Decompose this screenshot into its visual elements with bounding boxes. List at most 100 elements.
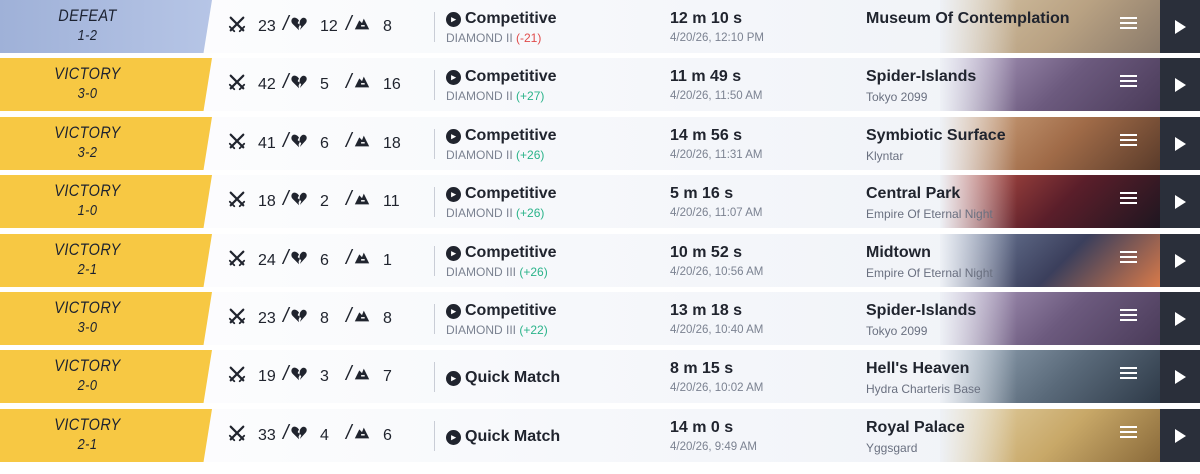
menu-icon[interactable] — [1120, 192, 1137, 206]
deaths-stat: 6 — [290, 234, 340, 287]
result-label: VICTORY — [54, 415, 121, 434]
separator: / — [346, 422, 352, 444]
play-icon — [1174, 19, 1186, 34]
mode-label: ▸ Quick Match — [446, 369, 560, 387]
playstation-icon: ▸ — [446, 11, 461, 27]
map-region: Empire Of Eternal Night — [866, 207, 993, 221]
replay-button[interactable] — [1160, 175, 1200, 228]
rank-change: (+26) — [516, 206, 545, 220]
menu-icon[interactable] — [1120, 367, 1137, 381]
separator: / — [283, 422, 289, 444]
replay-button[interactable] — [1160, 234, 1200, 287]
deaths-value: 5 — [320, 75, 329, 93]
result-label: VICTORY — [54, 181, 121, 200]
mode-label: ▸ Competitive — [446, 185, 557, 203]
map-region: Klyntar — [866, 149, 904, 163]
deaths-value: 6 — [320, 134, 329, 152]
separator: / — [283, 130, 289, 152]
assists-stat: 11 — [353, 175, 403, 228]
deaths-stat: 6 — [290, 117, 340, 170]
result-banner: DEFEAT 1-2 — [0, 0, 212, 53]
broken-heart-icon — [290, 132, 308, 155]
result-banner: VICTORY 2-1 — [0, 409, 212, 462]
assists-value: 11 — [383, 192, 400, 210]
map-name: Spider-Islands — [866, 302, 977, 319]
replay-button[interactable] — [1160, 350, 1200, 403]
kills-value: 24 — [258, 251, 276, 269]
replay-button[interactable] — [1160, 117, 1200, 170]
match-row[interactable]: VICTORY 3-0 42 / 5 / 16 ▸ Competitive DI… — [0, 58, 1200, 111]
map-name: Symbiotic Surface — [866, 127, 1006, 144]
rank-change: (-21) — [516, 31, 542, 45]
separator: / — [346, 247, 352, 269]
match-row[interactable]: VICTORY 1-0 18 / 2 / 11 ▸ Competitive DI… — [0, 175, 1200, 228]
score-label: 2-1 — [77, 436, 98, 453]
rank-change: (+26) — [519, 265, 548, 279]
replay-button[interactable] — [1160, 409, 1200, 462]
divider — [434, 304, 435, 334]
deaths-stat: 5 — [290, 58, 340, 111]
kills-stat: 33 — [228, 409, 278, 462]
separator: / — [346, 71, 352, 93]
match-row[interactable]: DEFEAT 1-2 23 / 12 / 8 ▸ Competitive DIA… — [0, 0, 1200, 53]
menu-icon[interactable] — [1120, 17, 1137, 31]
menu-icon[interactable] — [1120, 426, 1137, 440]
match-duration: 12 m 10 s — [670, 10, 743, 27]
match-row[interactable]: VICTORY 3-0 23 / 8 / 8 ▸ Competitive DIA… — [0, 292, 1200, 345]
menu-icon[interactable] — [1120, 309, 1137, 323]
match-duration: 8 m 15 s — [670, 360, 734, 377]
helping-hand-icon — [353, 15, 371, 38]
mode-name: Competitive — [465, 185, 557, 202]
result-label: DEFEAT — [58, 6, 117, 25]
result-label: VICTORY — [54, 356, 121, 375]
assists-stat: 16 — [353, 58, 403, 111]
mode-name: Quick Match — [465, 428, 561, 445]
match-date: 4/20/26, 10:02 AM — [670, 382, 764, 394]
mode-name: Competitive — [465, 127, 557, 144]
replay-button[interactable] — [1160, 0, 1200, 53]
result-label: VICTORY — [54, 298, 121, 317]
divider — [434, 12, 435, 42]
map-name: Museum Of Contemplation — [866, 10, 1070, 27]
match-date: 4/20/26, 11:07 AM — [670, 207, 763, 219]
crossed-swords-icon — [228, 424, 246, 447]
map-name: Central Park — [866, 185, 961, 202]
map-name: Midtown — [866, 244, 931, 261]
menu-icon[interactable] — [1120, 134, 1137, 148]
kills-value: 18 — [258, 192, 276, 210]
kills-stat: 23 — [228, 292, 278, 345]
crossed-swords-icon — [228, 15, 246, 38]
match-row[interactable]: VICTORY 2-0 19 / 3 / 7 ▸ Quick Match 8 m… — [0, 350, 1200, 403]
match-date: 4/20/26, 10:40 AM — [670, 324, 764, 336]
menu-icon[interactable] — [1120, 75, 1137, 89]
result-banner: VICTORY 3-2 — [0, 117, 212, 170]
rank-label: DIAMOND III (+26) — [446, 265, 548, 279]
play-icon — [1174, 253, 1186, 268]
helping-hand-icon — [353, 365, 371, 388]
menu-icon[interactable] — [1120, 251, 1137, 265]
map-region: Empire Of Eternal Night — [866, 266, 993, 280]
match-row[interactable]: VICTORY 2-1 24 / 6 / 1 ▸ Competitive DIA… — [0, 234, 1200, 287]
match-duration: 11 m 49 s — [670, 68, 742, 85]
broken-heart-icon — [290, 15, 308, 38]
result-banner: VICTORY 3-0 — [0, 58, 212, 111]
helping-hand-icon — [353, 190, 371, 213]
replay-button[interactable] — [1160, 58, 1200, 111]
match-duration: 14 m 56 s — [670, 127, 743, 144]
map-name: Spider-Islands — [866, 68, 977, 85]
match-row[interactable]: VICTORY 2-1 33 / 4 / 6 ▸ Quick Match 14 … — [0, 409, 1200, 462]
separator: / — [283, 188, 289, 210]
kills-value: 42 — [258, 75, 276, 93]
assists-value: 16 — [383, 75, 401, 93]
map-region: Tokyo 2099 — [866, 324, 928, 338]
mode-label: ▸ Competitive — [446, 244, 557, 262]
kills-stat: 42 — [228, 58, 278, 111]
crossed-swords-icon — [228, 307, 246, 330]
replay-button[interactable] — [1160, 292, 1200, 345]
match-duration: 14 m 0 s — [670, 419, 734, 436]
crossed-swords-icon — [228, 132, 246, 155]
play-icon — [1174, 194, 1186, 209]
match-row[interactable]: VICTORY 3-2 41 / 6 / 18 ▸ Competitive DI… — [0, 117, 1200, 170]
broken-heart-icon — [290, 249, 308, 272]
divider — [434, 187, 435, 217]
